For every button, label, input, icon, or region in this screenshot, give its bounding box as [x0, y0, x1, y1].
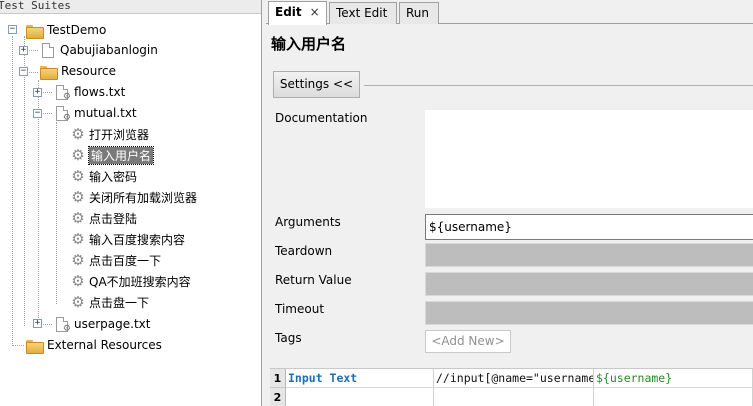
editor-tab-bar: Edit × Text Edit Run	[266, 0, 753, 25]
folder-icon	[40, 65, 58, 80]
gear-icon: ⚙	[71, 251, 85, 269]
gear-icon: ⚙	[71, 146, 85, 164]
collapse-toggle[interactable]: −	[19, 67, 28, 76]
tree-node-mutual-txt[interactable]: ⚙ mutual.txt	[56, 103, 137, 123]
keyword-label: QA不加班搜索内容	[89, 274, 191, 289]
keyword-item-selected[interactable]: ⚙ 输入用户名	[70, 145, 155, 165]
gear-icon: ⚙	[71, 167, 85, 185]
keyword-label: 输入密码	[89, 169, 138, 184]
tree-node-label: mutual.txt	[74, 106, 137, 120]
grid-cell-argument[interactable]: ${username}	[594, 369, 753, 388]
tree-node-label: flows.txt	[74, 85, 126, 99]
return-value-field[interactable]	[425, 272, 753, 296]
expand-toggle[interactable]: +	[19, 46, 28, 55]
teardown-label: Teardown	[275, 244, 333, 258]
test-suites-tree[interactable]: Test Suites − TestDemo + Qabujiabanlogin…	[0, 0, 262, 406]
gear-icon: ⚙	[71, 293, 85, 311]
tags-label: Tags	[275, 331, 302, 345]
tree-node-userpage-txt[interactable]: ⚙ userpage.txt	[56, 314, 150, 334]
grid-cell[interactable]	[594, 388, 753, 406]
divider	[364, 85, 753, 86]
documentation-field[interactable]	[425, 110, 753, 208]
timeout-field[interactable]	[425, 301, 753, 325]
gear-icon: ⚙	[71, 272, 85, 290]
tab-text-edit[interactable]: Text Edit	[329, 2, 397, 24]
keyword-label: 输入用户名	[87, 145, 155, 165]
keyword-item[interactable]: ⚙ 输入密码	[70, 166, 137, 186]
tree-connector	[24, 36, 25, 326]
tree-node-label: Resource	[61, 64, 117, 78]
keyword-item[interactable]: ⚙ 点击登陆	[70, 208, 137, 228]
return-value-label: Return Value	[275, 273, 352, 287]
resource-file-icon: ⚙	[56, 105, 71, 122]
timeout-label: Timeout	[275, 302, 325, 316]
tree-node-label: TestDemo	[47, 23, 107, 37]
folder-icon	[26, 339, 44, 354]
app-window: Test Suites − TestDemo + Qabujiabanlogin…	[0, 0, 753, 406]
tree-node-label: External Resources	[47, 338, 162, 352]
tab-label: Text Edit	[336, 6, 388, 20]
expand-toggle[interactable]: +	[33, 88, 42, 97]
tab-label: Edit	[275, 5, 302, 19]
tree-node-testdemo[interactable]: TestDemo	[26, 20, 106, 40]
tab-edit[interactable]: Edit ×	[268, 1, 327, 25]
tree-header: Test Suites	[0, 0, 261, 14]
keyword-label: 点击百度一下	[89, 253, 162, 268]
gear-icon: ⚙	[71, 188, 85, 206]
keyword-editor: Edit × Text Edit Run 输入用户名 Settings << Do…	[266, 0, 753, 406]
documentation-label: Documentation	[275, 111, 368, 125]
keyword-label: 关闭所有加载浏览器	[89, 190, 198, 205]
keyword-item[interactable]: ⚙ 点击盘一下	[70, 292, 149, 312]
page-title: 输入用户名	[271, 35, 347, 53]
tab-label: Run	[406, 6, 430, 20]
grid-cell[interactable]	[286, 388, 434, 406]
close-icon[interactable]: ×	[310, 5, 320, 19]
keyword-label: 点击盘一下	[89, 295, 150, 310]
keyword-label: 输入百度搜索内容	[89, 232, 186, 247]
gear-icon: ⚙	[71, 209, 85, 227]
add-tag-button[interactable]: <Add New>	[425, 330, 511, 353]
row-number: 2	[270, 388, 286, 406]
tree-node-label: userpage.txt	[74, 317, 151, 331]
row-number: 1	[270, 369, 286, 388]
keyword-label: 打开浏览器	[89, 127, 150, 142]
gear-icon: ⚙	[71, 230, 85, 248]
tree-node-label: Qabujiabanlogin	[60, 43, 158, 57]
arguments-label: Arguments	[275, 215, 341, 229]
tree-node-external-resources[interactable]: External Resources	[26, 335, 162, 355]
keyword-item[interactable]: ⚙ QA不加班搜索内容	[70, 271, 191, 291]
arguments-field[interactable]: ${username}	[425, 214, 753, 240]
folder-icon	[26, 24, 44, 39]
keyword-item[interactable]: ⚙ 点击百度一下	[70, 250, 161, 270]
tree-connector	[56, 122, 57, 304]
grid-cell-locator[interactable]: //input[@name="username	[434, 369, 594, 388]
keyword-item[interactable]: ⚙ 打开浏览器	[70, 124, 149, 144]
expand-toggle[interactable]: +	[33, 319, 42, 328]
tree-node-resource[interactable]: Resource	[40, 61, 116, 81]
resource-file-icon: ⚙	[56, 316, 71, 333]
keyword-item[interactable]: ⚙ 输入百度搜索内容	[70, 229, 185, 249]
grid-cell[interactable]	[434, 388, 594, 406]
resource-file-icon: ⚙	[56, 84, 71, 101]
tree-node-flows-txt[interactable]: ⚙ flows.txt	[56, 82, 125, 102]
collapse-toggle[interactable]: −	[8, 25, 17, 34]
collapse-toggle[interactable]: −	[33, 109, 42, 118]
keyword-label: 点击登陆	[89, 211, 138, 226]
settings-toggle-button[interactable]: Settings <<	[273, 71, 360, 98]
teardown-field[interactable]	[425, 243, 753, 267]
keyword-item[interactable]: ⚙ 关闭所有加载浏览器	[70, 187, 197, 207]
gear-icon: ⚙	[71, 125, 85, 143]
grid-cell-keyword[interactable]: Input Text	[286, 369, 434, 388]
tree-node-qabujiabanlogin[interactable]: Qabujiabanlogin	[42, 40, 158, 60]
steps-grid[interactable]: 1 Input Text //input[@name="username ${u…	[270, 368, 753, 406]
file-icon	[42, 42, 54, 58]
tree-connector	[12, 345, 24, 346]
tab-run[interactable]: Run	[399, 2, 439, 24]
tree-connector	[12, 36, 13, 346]
